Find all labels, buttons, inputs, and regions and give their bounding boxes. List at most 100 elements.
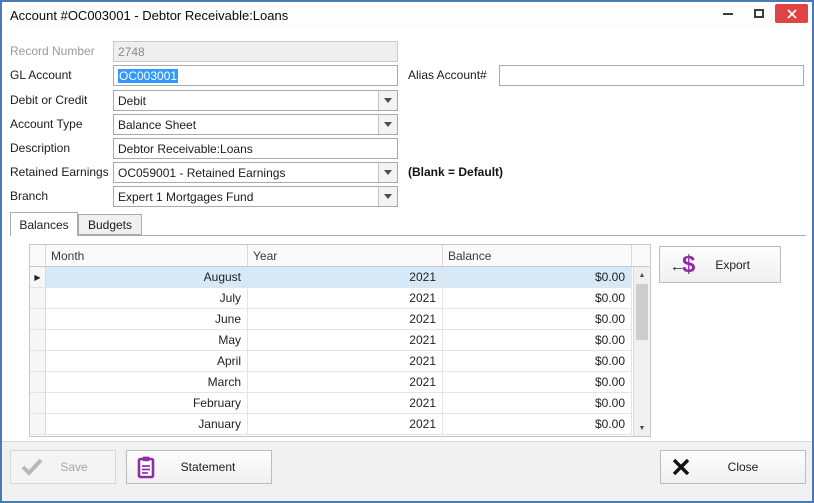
grid-row[interactable]: January 2021 $0.00	[30, 414, 633, 435]
row-selector-cell[interactable]	[30, 414, 46, 435]
titlebar: Account #OC003001 - Debtor Receivable:Lo…	[2, 2, 812, 28]
year-column-header[interactable]: Year	[248, 245, 443, 267]
year-cell[interactable]: 2021	[248, 372, 443, 393]
branch-dropdown-arrow-icon[interactable]	[378, 187, 397, 206]
tab-budgets[interactable]: Budgets	[78, 214, 142, 235]
balances-grid: Month Year Balance ▶ August 2021 $0.00 July 2…	[29, 244, 651, 437]
account-type-value: Balance Sheet	[118, 117, 197, 132]
export-button[interactable]: ← $ Export	[659, 246, 781, 283]
month-cell[interactable]: June	[46, 309, 248, 330]
month-cell[interactable]: August	[46, 267, 248, 288]
row-selector-cell[interactable]	[30, 288, 46, 309]
description-value: Debtor Receivable:Loans	[118, 141, 253, 156]
balance-cell[interactable]: $0.00	[443, 351, 632, 372]
save-check-icon	[21, 458, 43, 476]
year-cell[interactable]: 2021	[248, 351, 443, 372]
retained-earnings-dropdown-arrow-icon[interactable]	[378, 163, 397, 182]
retained-earnings-value: OC059001 - Retained Earnings	[118, 165, 286, 180]
record-number-label: Record Number	[10, 44, 95, 58]
alias-account-label: Alias Account#	[408, 68, 487, 82]
save-button[interactable]: Save	[10, 450, 116, 484]
balance-cell[interactable]: $0.00	[443, 330, 632, 351]
month-cell[interactable]: May	[46, 330, 248, 351]
grid-row[interactable]: February 2021 $0.00	[30, 393, 633, 414]
alias-account-field[interactable]	[499, 65, 804, 86]
close-button[interactable]: Close	[660, 450, 806, 484]
vertical-scrollbar[interactable]: ▲ ▼	[633, 267, 650, 436]
retained-earnings-label: Retained Earnings	[10, 165, 109, 179]
close-icon	[786, 8, 797, 19]
year-cell[interactable]: 2021	[248, 414, 443, 435]
row-selector-cell[interactable]	[30, 309, 46, 330]
minimize-icon	[722, 12, 733, 15]
balance-column-header[interactable]: Balance	[443, 245, 632, 267]
record-number-field: 2748	[113, 41, 398, 62]
export-button-label: Export	[715, 257, 751, 272]
debit-credit-combo[interactable]: Debit	[113, 90, 398, 111]
statement-button[interactable]: Statement	[126, 450, 272, 484]
row-selector-header	[30, 245, 46, 267]
month-cell[interactable]: April	[46, 351, 248, 372]
month-cell[interactable]: January	[46, 414, 248, 435]
row-selector-cell[interactable]	[30, 393, 46, 414]
grid-header: Month Year Balance	[30, 245, 650, 267]
grid-row[interactable]: March 2021 $0.00	[30, 372, 633, 393]
window-title: Account #OC003001 - Debtor Receivable:Lo…	[10, 7, 289, 23]
balance-cell[interactable]: $0.00	[443, 309, 632, 330]
account-type-label: Account Type	[10, 117, 83, 131]
month-cell[interactable]: February	[46, 393, 248, 414]
scrollbar-thumb[interactable]	[636, 284, 648, 340]
row-selector-arrow-icon[interactable]: ▶	[30, 267, 46, 288]
record-number-value: 2748	[118, 44, 145, 59]
description-field[interactable]: Debtor Receivable:Loans	[113, 138, 398, 159]
grid-row[interactable]: July 2021 $0.00	[30, 288, 633, 309]
account-type-combo[interactable]: Balance Sheet	[113, 114, 398, 135]
close-x-icon	[671, 457, 691, 477]
debit-credit-label: Debit or Credit	[10, 93, 88, 107]
scroll-up-icon[interactable]: ▲	[634, 267, 650, 283]
scroll-down-icon[interactable]: ▼	[634, 420, 650, 436]
branch-value: Expert 1 Mortgages Fund	[118, 189, 254, 204]
gl-account-label: GL Account	[10, 68, 72, 82]
window-controls	[713, 4, 808, 23]
description-label: Description	[10, 141, 71, 155]
grid-row[interactable]: May 2021 $0.00	[30, 330, 633, 351]
export-dollar-icon: ← $	[670, 250, 696, 278]
debit-credit-value: Debit	[118, 93, 147, 108]
month-cell[interactable]: March	[46, 372, 248, 393]
tabstrip-divider	[10, 235, 806, 236]
grid-row[interactable]: June 2021 $0.00	[30, 309, 633, 330]
gl-account-field[interactable]: OC003001	[113, 65, 398, 86]
year-cell[interactable]: 2021	[248, 393, 443, 414]
year-cell[interactable]: 2021	[248, 309, 443, 330]
balance-cell[interactable]: $0.00	[443, 372, 632, 393]
row-selector-cell[interactable]	[30, 372, 46, 393]
balance-cell[interactable]: $0.00	[443, 414, 632, 435]
branch-label: Branch	[10, 189, 49, 203]
maximize-button[interactable]	[744, 4, 773, 23]
close-window-button[interactable]	[775, 4, 808, 23]
grid-row[interactable]: ▶ August 2021 $0.00	[30, 267, 633, 288]
retained-earnings-combo[interactable]: OC059001 - Retained Earnings	[113, 162, 398, 183]
year-cell[interactable]: 2021	[248, 288, 443, 309]
account-dialog: Account #OC003001 - Debtor Receivable:Lo…	[0, 0, 814, 503]
year-cell[interactable]: 2021	[248, 330, 443, 351]
row-selector-cell[interactable]	[30, 351, 46, 372]
account-type-dropdown-arrow-icon[interactable]	[378, 115, 397, 134]
minimize-button[interactable]	[713, 4, 742, 23]
branch-combo[interactable]: Expert 1 Mortgages Fund	[113, 186, 398, 207]
month-cell[interactable]: July	[46, 288, 248, 309]
grid-row[interactable]: April 2021 $0.00	[30, 351, 633, 372]
balance-cell[interactable]: $0.00	[443, 267, 632, 288]
row-selector-cell[interactable]	[30, 330, 46, 351]
balance-cell[interactable]: $0.00	[443, 393, 632, 414]
statement-button-label: Statement	[180, 460, 236, 474]
year-cell[interactable]: 2021	[248, 267, 443, 288]
balance-cell[interactable]: $0.00	[443, 288, 632, 309]
month-column-header[interactable]: Month	[46, 245, 248, 267]
bottom-bar: Save Statement Close	[2, 441, 812, 501]
tab-balances[interactable]: Balances	[10, 212, 78, 236]
header-filler	[632, 245, 649, 267]
save-button-label: Save	[60, 460, 88, 474]
debit-credit-dropdown-arrow-icon[interactable]	[378, 91, 397, 110]
